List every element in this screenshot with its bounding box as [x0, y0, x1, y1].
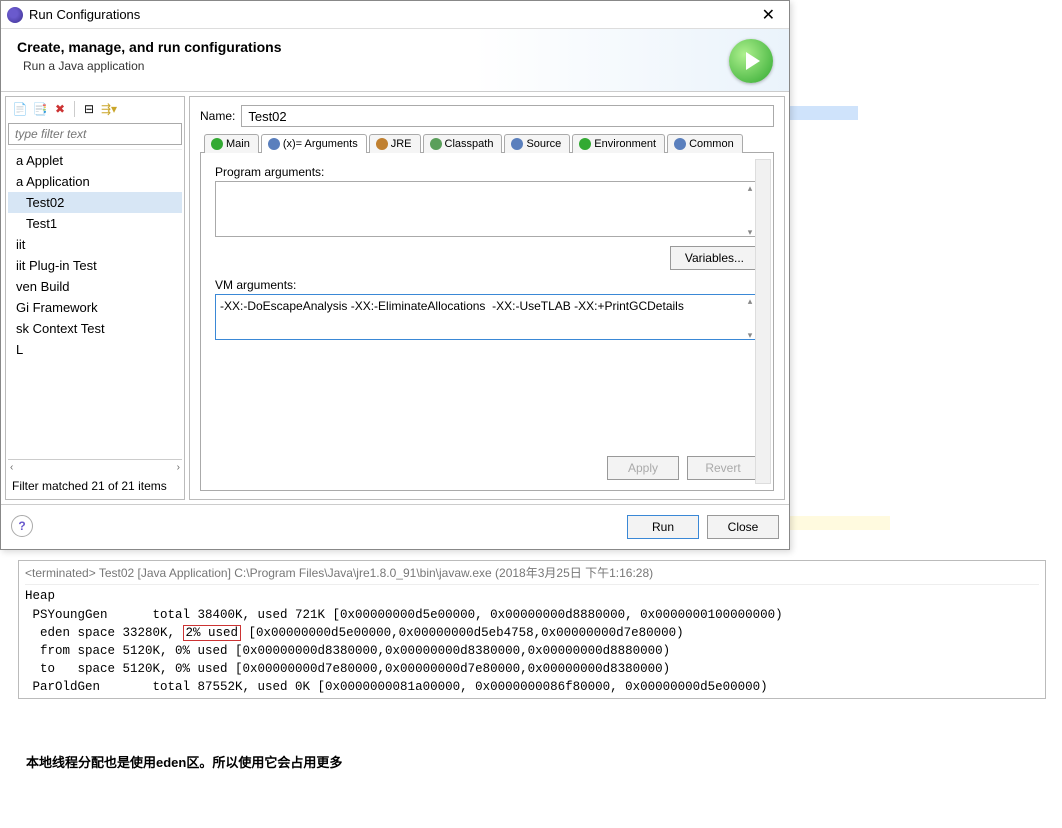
- vertical-scrollbar[interactable]: [755, 159, 771, 484]
- tab-icon: [674, 138, 686, 150]
- program-args-label: Program arguments:: [215, 165, 759, 179]
- delete-config-icon[interactable]: ✖: [52, 101, 68, 117]
- filter-input[interactable]: [8, 123, 182, 145]
- sidebar-item[interactable]: Test1: [8, 213, 182, 234]
- duplicate-config-icon[interactable]: 📑: [32, 101, 48, 117]
- tab-icon: [211, 138, 223, 150]
- tab-icon: [511, 138, 523, 150]
- tab-icon: [268, 138, 280, 150]
- sidebar-item[interactable]: iit Plug-in Test: [8, 255, 182, 276]
- console-panel: <terminated> Test02 [Java Application] C…: [18, 560, 1046, 699]
- config-tree[interactable]: a Appleta ApplicationTest02Test1iitiit P…: [8, 149, 182, 459]
- background-decor: [790, 516, 890, 530]
- tab-label: Source: [526, 138, 561, 150]
- close-button[interactable]: Close: [707, 515, 779, 539]
- filter-icon[interactable]: ⇶▾: [101, 101, 117, 117]
- dialog-footer: ? Run Close: [1, 504, 789, 549]
- sidebar-item[interactable]: Gi Framework: [8, 297, 182, 318]
- variables-button[interactable]: Variables...: [670, 246, 759, 270]
- revert-button[interactable]: Revert: [687, 456, 759, 480]
- console-output: <terminated> Test02 [Java Application] C…: [18, 560, 1046, 699]
- sidebar-toolbar: 📄 📑 ✖ ⊟ ⇶▾: [8, 99, 182, 119]
- header-title: Create, manage, and run configurations: [17, 39, 729, 55]
- annotation-text: 本地线程分配也是使用eden区。所以使用它会占用更多: [26, 752, 342, 771]
- config-tabs: Main (x)= Arguments JRE Classpath Source Envi…: [200, 133, 774, 153]
- config-main-panel: Name: Main (x)= Arguments JRE Classpath Sour…: [189, 96, 785, 500]
- dialog-header: Create, manage, and run configurations R…: [1, 29, 789, 92]
- sidebar-item[interactable]: iit: [8, 234, 182, 255]
- window-title: Run Configurations: [29, 7, 140, 22]
- help-button[interactable]: ?: [11, 515, 33, 537]
- highlight-box: 2% used: [183, 625, 242, 641]
- collapse-all-icon[interactable]: ⊟: [81, 101, 97, 117]
- close-icon[interactable]: ✕: [754, 5, 783, 25]
- tab-classpath[interactable]: Classpath: [423, 134, 503, 153]
- console-lines: Heap PSYoungGen total 38400K, used 721K …: [25, 587, 1039, 696]
- tab-source[interactable]: Source: [504, 134, 570, 153]
- console-line: from space 5120K, 0% used [0x00000000d83…: [25, 642, 1039, 660]
- sidebar-item[interactable]: a Application: [8, 171, 182, 192]
- run-button[interactable]: Run: [627, 515, 699, 539]
- sidebar-item[interactable]: a Applet: [8, 150, 182, 171]
- name-label: Name:: [200, 109, 235, 123]
- new-config-icon[interactable]: 📄: [12, 101, 28, 117]
- tab-label: Environment: [594, 138, 656, 150]
- console-line: ParOldGen total 87552K, used 0K [0x00000…: [25, 678, 1039, 696]
- apply-button[interactable]: Apply: [607, 456, 679, 480]
- tab-jre[interactable]: JRE: [369, 134, 421, 153]
- console-line: Heap: [25, 587, 1039, 605]
- titlebar: Run Configurations ✕: [1, 1, 789, 29]
- program-args-input[interactable]: [215, 181, 759, 237]
- tab-icon: [430, 138, 442, 150]
- filter-status: Filter matched 21 of 21 items: [8, 475, 182, 497]
- tab-icon: [579, 138, 591, 150]
- sidebar-item[interactable]: sk Context Test: [8, 318, 182, 339]
- tab-main[interactable]: Main: [204, 134, 259, 153]
- horizontal-scrollbar[interactable]: ‹›: [8, 459, 182, 475]
- sidebar-item[interactable]: ven Build: [8, 276, 182, 297]
- tab-label: Main: [226, 138, 250, 150]
- tab-label: JRE: [391, 138, 412, 150]
- console-line: to space 5120K, 0% used [0x00000000d7e80…: [25, 660, 1039, 678]
- name-field[interactable]: [241, 105, 774, 127]
- eclipse-icon: [7, 7, 23, 23]
- arguments-tab-body: Program arguments: ▴▾ Variables... VM ar…: [200, 153, 774, 491]
- run-icon: [729, 39, 773, 83]
- sidebar-item[interactable]: L: [8, 339, 182, 360]
- background-decor: [790, 106, 858, 120]
- vm-args-label: VM arguments:: [215, 278, 759, 292]
- tab-label: (x)= Arguments: [283, 138, 358, 150]
- console-header: <terminated> Test02 [Java Application] C…: [25, 563, 1039, 585]
- run-configurations-dialog: Run Configurations ✕ Create, manage, and…: [0, 0, 790, 550]
- config-sidebar: 📄 📑 ✖ ⊟ ⇶▾ a Appleta ApplicationTest02Te…: [5, 96, 185, 500]
- header-subtitle: Run a Java application: [23, 59, 729, 73]
- tab-label: Common: [689, 138, 734, 150]
- tab-label: Classpath: [445, 138, 494, 150]
- console-line: eden space 33280K, 2% used [0x00000000d5…: [25, 624, 1039, 642]
- vm-args-input[interactable]: [215, 294, 759, 340]
- sidebar-item[interactable]: Test02: [8, 192, 182, 213]
- tab-icon: [376, 138, 388, 150]
- tab-environment[interactable]: Environment: [572, 134, 665, 153]
- tab-common[interactable]: Common: [667, 134, 743, 153]
- console-line: PSYoungGen total 38400K, used 721K [0x00…: [25, 606, 1039, 624]
- tab-xarguments[interactable]: (x)= Arguments: [261, 134, 367, 153]
